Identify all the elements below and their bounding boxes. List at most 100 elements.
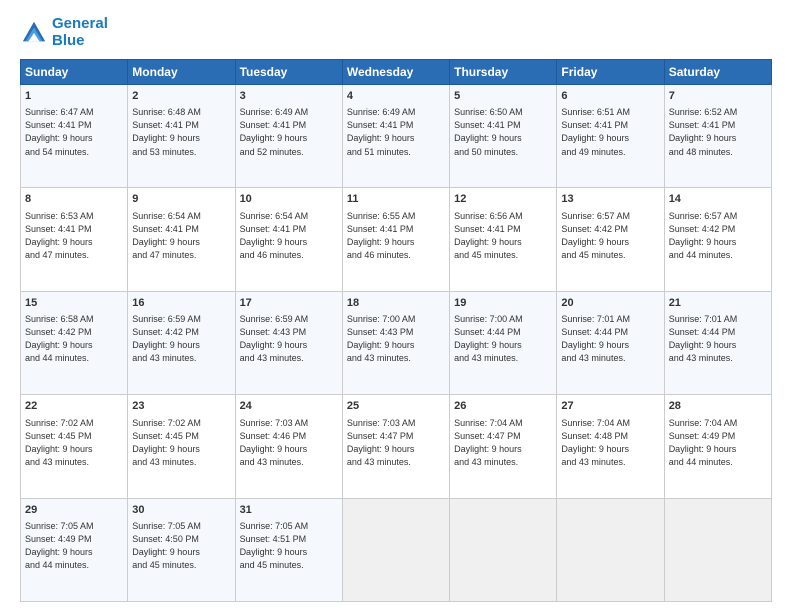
day-number: 1: [25, 89, 123, 104]
logo-icon: [20, 19, 48, 47]
calendar-cell: 27 Sunrise: 7:04 AMSunset: 4:48 PMDayligh…: [557, 395, 664, 498]
day-info: Sunrise: 6:54 AMSunset: 4:41 PMDaylight:…: [132, 210, 230, 262]
calendar-week-5: 29Sunrise: 7:05 AMSunset: 4:49 PMDayligh…: [21, 498, 772, 601]
calendar-cell: 8Sunrise: 6:53 AMSunset: 4:41 PMDaylight…: [21, 188, 128, 291]
day-number: 10: [240, 192, 338, 207]
day-number: 31: [240, 503, 338, 518]
day-number: 17: [240, 296, 338, 311]
calendar-cell: 30 Sunrise: 7:05 AMSunset: 4:50 PMDayligh…: [128, 498, 235, 601]
day-info: Sunrise: 7:04 AMSunset: 4:47 PMDaylight:…: [454, 417, 552, 469]
calendar-cell: 19 Sunrise: 7:00 AMSunset: 4:44 PMDayligh…: [450, 291, 557, 394]
day-info: Sunrise: 6:59 AMSunset: 4:42 PMDaylight:…: [132, 313, 230, 365]
weekday-header-friday: Friday: [557, 60, 664, 85]
day-info: Sunrise: 7:00 AMSunset: 4:44 PMDaylight:…: [454, 313, 552, 365]
day-number: 16: [132, 296, 230, 311]
weekday-header-monday: Monday: [128, 60, 235, 85]
day-number: 23: [132, 399, 230, 414]
day-number: 6: [561, 89, 659, 104]
day-info: Sunrise: 6:51 AMSunset: 4:41 PMDaylight:…: [561, 106, 659, 158]
calendar-cell: 13Sunrise: 6:57 AMSunset: 4:42 PMDayligh…: [557, 188, 664, 291]
day-number: 4: [347, 89, 445, 104]
calendar-week-2: 8Sunrise: 6:53 AMSunset: 4:41 PMDaylight…: [21, 188, 772, 291]
day-number: 22: [25, 399, 123, 414]
day-number: 12: [454, 192, 552, 207]
calendar-cell: 23 Sunrise: 7:02 AMSunset: 4:45 PMDayligh…: [128, 395, 235, 498]
day-info: Sunrise: 7:04 AMSunset: 4:49 PMDaylight:…: [669, 417, 767, 469]
day-info: Sunrise: 6:48 AMSunset: 4:41 PMDaylight:…: [132, 106, 230, 158]
calendar-cell: 25 Sunrise: 7:03 AMSunset: 4:47 PMDayligh…: [342, 395, 449, 498]
calendar-cell: 14Sunrise: 6:57 AMSunset: 4:42 PMDayligh…: [664, 188, 771, 291]
calendar-cell: 11 Sunrise: 6:55 AMSunset: 4:41 PMDayligh…: [342, 188, 449, 291]
day-number: 2: [132, 89, 230, 104]
day-number: 21: [669, 296, 767, 311]
day-number: 30: [132, 503, 230, 518]
calendar-table: SundayMondayTuesdayWednesdayThursdayFrid…: [20, 59, 772, 602]
day-info: Sunrise: 7:05 AMSunset: 4:50 PMDaylight:…: [132, 520, 230, 572]
calendar-cell: 31 Sunrise: 7:05 AMSunset: 4:51 PMDayligh…: [235, 498, 342, 601]
calendar-cell: 10 Sunrise: 6:54 AMSunset: 4:41 PMDayligh…: [235, 188, 342, 291]
day-info: Sunrise: 6:49 AMSunset: 4:41 PMDaylight:…: [347, 106, 445, 158]
day-number: 13: [561, 192, 659, 207]
day-number: 26: [454, 399, 552, 414]
calendar-week-4: 22 Sunrise: 7:02 AMSunset: 4:45 PMDayligh…: [21, 395, 772, 498]
day-info: Sunrise: 7:01 AMSunset: 4:44 PMDaylight:…: [561, 313, 659, 365]
day-info: Sunrise: 7:01 AMSunset: 4:44 PMDaylight:…: [669, 313, 767, 365]
calendar-cell: [450, 498, 557, 601]
calendar-cell: 26 Sunrise: 7:04 AMSunset: 4:47 PMDayligh…: [450, 395, 557, 498]
calendar-cell: 28 Sunrise: 7:04 AMSunset: 4:49 PMDayligh…: [664, 395, 771, 498]
day-info: Sunrise: 7:04 AMSunset: 4:48 PMDaylight:…: [561, 417, 659, 469]
day-info: Sunrise: 6:56 AMSunset: 4:41 PMDaylight:…: [454, 210, 552, 262]
day-number: 15: [25, 296, 123, 311]
calendar-cell: 9 Sunrise: 6:54 AMSunset: 4:41 PMDaylight…: [128, 188, 235, 291]
calendar-cell: 5 Sunrise: 6:50 AMSunset: 4:41 PMDaylight…: [450, 85, 557, 188]
day-info: Sunrise: 7:02 AMSunset: 4:45 PMDaylight:…: [132, 417, 230, 469]
day-number: 24: [240, 399, 338, 414]
day-number: 7: [669, 89, 767, 104]
day-number: 28: [669, 399, 767, 414]
calendar-cell: 16 Sunrise: 6:59 AMSunset: 4:42 PMDayligh…: [128, 291, 235, 394]
weekday-header-sunday: Sunday: [21, 60, 128, 85]
day-number: 14: [669, 192, 767, 207]
day-number: 5: [454, 89, 552, 104]
calendar-cell: 3Sunrise: 6:49 AMSunset: 4:41 PMDaylight…: [235, 85, 342, 188]
day-number: 27: [561, 399, 659, 414]
weekday-header-tuesday: Tuesday: [235, 60, 342, 85]
weekday-header-thursday: Thursday: [450, 60, 557, 85]
weekday-header-wednesday: Wednesday: [342, 60, 449, 85]
header: General Blue: [20, 16, 772, 49]
calendar-cell: [557, 498, 664, 601]
day-number: 19: [454, 296, 552, 311]
day-number: 29: [25, 503, 123, 518]
day-info: Sunrise: 7:00 AMSunset: 4:43 PMDaylight:…: [347, 313, 445, 365]
calendar-cell: 1 Sunrise: 6:47 AMSunset: 4:41 PMDaylight…: [21, 85, 128, 188]
day-info: Sunrise: 7:03 AMSunset: 4:46 PMDaylight:…: [240, 417, 338, 469]
day-info: Sunrise: 6:59 AMSunset: 4:43 PMDaylight:…: [240, 313, 338, 365]
calendar-cell: 21 Sunrise: 7:01 AMSunset: 4:44 PMDayligh…: [664, 291, 771, 394]
day-info: Sunrise: 7:02 AMSunset: 4:45 PMDaylight:…: [25, 417, 123, 469]
day-info: Sunrise: 6:54 AMSunset: 4:41 PMDaylight:…: [240, 210, 338, 262]
day-number: 9: [132, 192, 230, 207]
calendar-cell: 4 Sunrise: 6:49 AMSunset: 4:41 PMDaylight…: [342, 85, 449, 188]
logo: General Blue: [20, 16, 108, 49]
day-info: Sunrise: 7:05 AMSunset: 4:51 PMDaylight:…: [240, 520, 338, 572]
calendar-cell: 7Sunrise: 6:52 AMSunset: 4:41 PMDaylight…: [664, 85, 771, 188]
day-number: 8: [25, 192, 123, 207]
day-number: 11: [347, 192, 445, 207]
calendar-cell: 20 Sunrise: 7:01 AMSunset: 4:44 PMDayligh…: [557, 291, 664, 394]
calendar-week-3: 15Sunrise: 6:58 AMSunset: 4:42 PMDayligh…: [21, 291, 772, 394]
calendar-cell: 22 Sunrise: 7:02 AMSunset: 4:45 PMDayligh…: [21, 395, 128, 498]
day-number: 18: [347, 296, 445, 311]
day-info: Sunrise: 6:50 AMSunset: 4:41 PMDaylight:…: [454, 106, 552, 158]
calendar-cell: 24 Sunrise: 7:03 AMSunset: 4:46 PMDayligh…: [235, 395, 342, 498]
day-number: 25: [347, 399, 445, 414]
day-info: Sunrise: 7:03 AMSunset: 4:47 PMDaylight:…: [347, 417, 445, 469]
day-info: Sunrise: 6:55 AMSunset: 4:41 PMDaylight:…: [347, 210, 445, 262]
calendar-body: 1 Sunrise: 6:47 AMSunset: 4:41 PMDaylight…: [21, 85, 772, 602]
calendar-cell: 15Sunrise: 6:58 AMSunset: 4:42 PMDayligh…: [21, 291, 128, 394]
calendar-cell: 29Sunrise: 7:05 AMSunset: 4:49 PMDayligh…: [21, 498, 128, 601]
calendar-cell: 6 Sunrise: 6:51 AMSunset: 4:41 PMDaylight…: [557, 85, 664, 188]
day-info: Sunrise: 6:47 AMSunset: 4:41 PMDaylight:…: [25, 106, 123, 158]
day-number: 20: [561, 296, 659, 311]
logo-text: General Blue: [52, 16, 108, 49]
calendar-cell: [342, 498, 449, 601]
